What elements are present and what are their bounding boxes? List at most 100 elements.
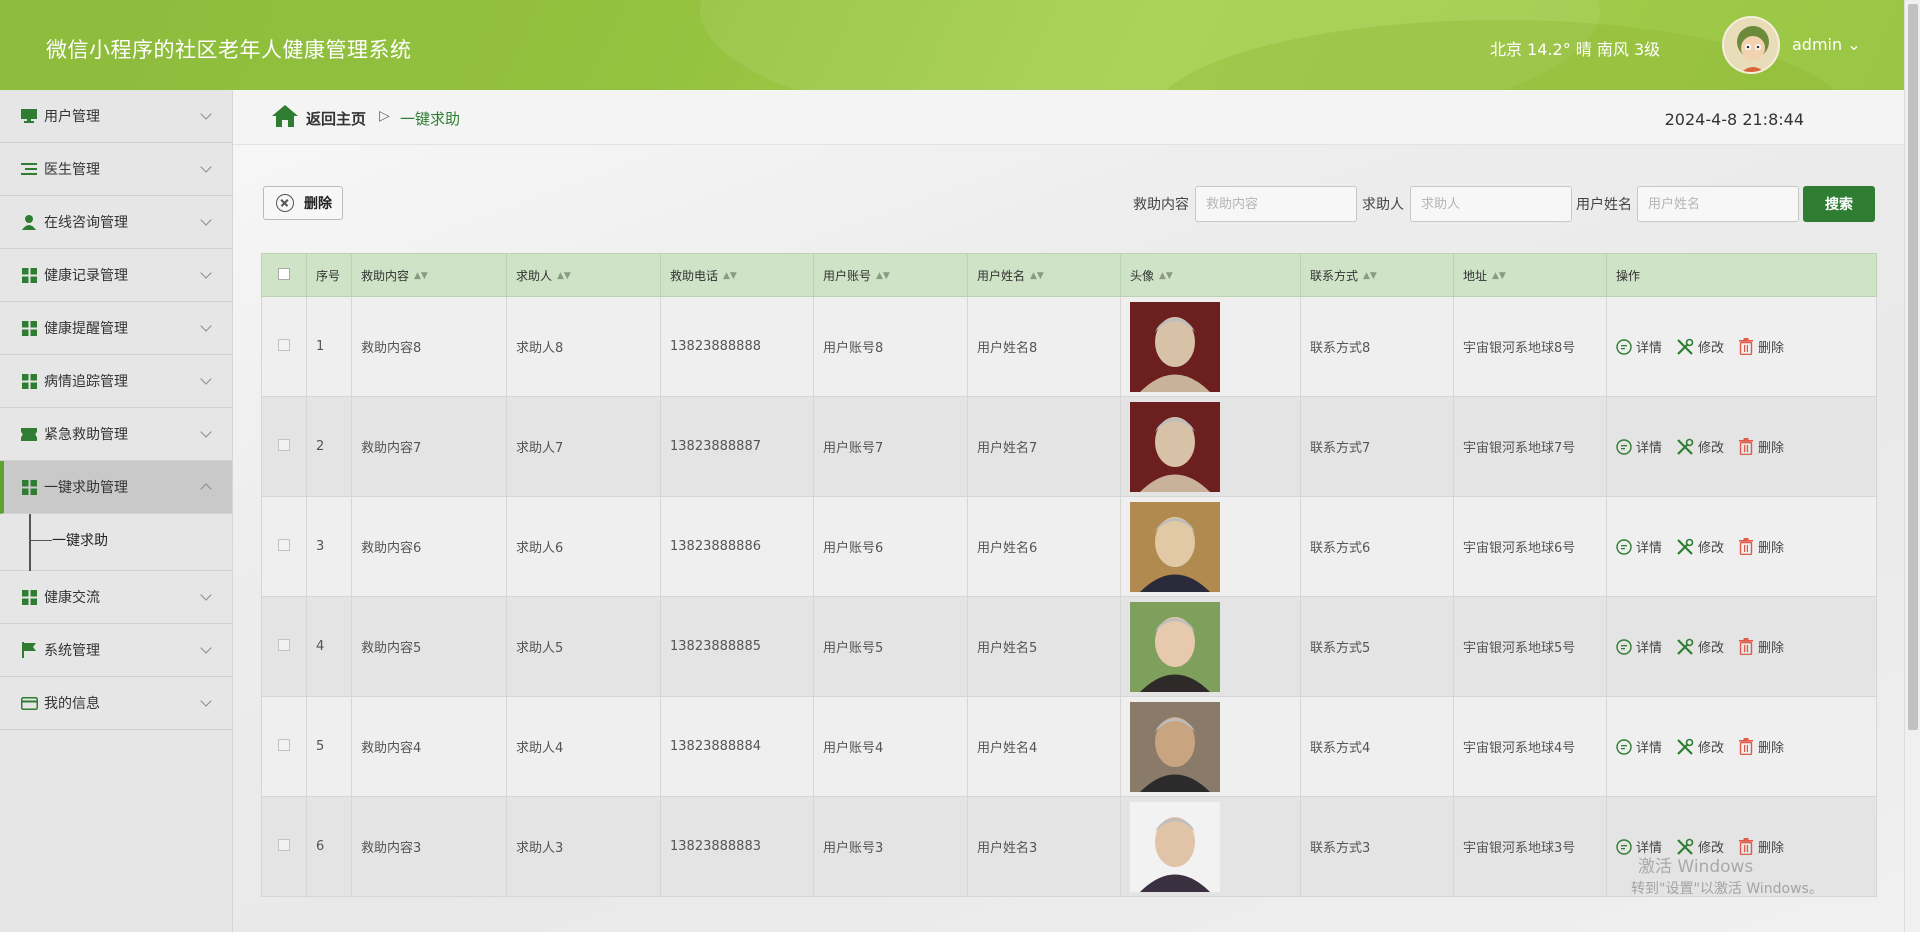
sort-icon: ▲▼ xyxy=(723,271,737,281)
avatar-photo[interactable] xyxy=(1130,601,1220,692)
edit-button[interactable]: 修改 xyxy=(1676,737,1724,756)
main-content: 返回主页 ▷ 一键求助 2024-4-8 21:8:44 删除 救助内容 求助人… xyxy=(233,90,1904,932)
sidebar-item-label: 健康交流 xyxy=(44,590,100,606)
row-checkbox-cell xyxy=(261,496,307,597)
detail-icon xyxy=(1616,638,1632,655)
cell-name: 用户姓名6 xyxy=(967,496,1121,597)
cell-content: 救助内容5 xyxy=(351,596,507,697)
sidebar-item-online-consult[interactable]: 在线咨询管理 xyxy=(0,196,232,249)
user-menu[interactable]: admin ⌄ xyxy=(1792,35,1861,54)
row-checkbox[interactable] xyxy=(278,538,290,551)
search-input-content[interactable] xyxy=(1195,186,1357,222)
avatar-photo[interactable] xyxy=(1130,401,1220,492)
delete-button[interactable]: 删除 xyxy=(1738,737,1784,756)
cell-phone: 13823888885 xyxy=(660,596,814,697)
avatar-photo[interactable] xyxy=(1130,701,1220,792)
cell-avatar xyxy=(1120,796,1301,897)
user-avatar[interactable] xyxy=(1722,16,1780,74)
detail-button[interactable]: 详情 xyxy=(1616,337,1662,356)
search-input-helper[interactable] xyxy=(1410,186,1572,222)
cell-contact: 联系方式8 xyxy=(1300,296,1454,397)
row-checkbox[interactable] xyxy=(278,738,290,751)
sidebar-item-condition-tracking[interactable]: 病情追踪管理 xyxy=(0,355,232,408)
sidebar-item-my-info[interactable]: 我的信息 xyxy=(0,677,232,730)
detail-button[interactable]: 详情 xyxy=(1616,637,1662,656)
column-header[interactable]: 用户姓名 ▲▼ xyxy=(967,253,1121,297)
submenu-item-one-click-help[interactable]: 一键求助 xyxy=(30,530,108,550)
select-all-checkbox[interactable] xyxy=(278,267,290,280)
chevron-down-icon xyxy=(200,214,212,226)
breadcrumb-separator: ▷ xyxy=(379,108,390,124)
batch-delete-button[interactable]: 删除 xyxy=(263,186,343,220)
column-header[interactable]: 地址 ▲▼ xyxy=(1453,253,1607,297)
column-header[interactable]: 求助人 ▲▼ xyxy=(506,253,661,297)
ticket-icon xyxy=(20,426,38,442)
column-header: 操作 xyxy=(1606,253,1877,297)
sidebar-item-label: 系统管理 xyxy=(44,643,100,659)
row-checkbox[interactable] xyxy=(278,438,290,451)
sidebar-item-system-management[interactable]: 系统管理 xyxy=(0,624,232,677)
tools-icon xyxy=(1677,738,1694,755)
cell-no: 2 xyxy=(306,396,352,497)
row-checkbox[interactable] xyxy=(278,838,290,851)
cell-address: 宇宙银河系地球6号 xyxy=(1453,496,1607,597)
row-checkbox[interactable] xyxy=(278,638,290,651)
detail-button[interactable]: 详情 xyxy=(1616,437,1662,456)
search-label-content: 救助内容 xyxy=(1133,197,1189,213)
column-header[interactable]: 救助内容 ▲▼ xyxy=(351,253,507,297)
sidebar-item-user-management[interactable]: 用户管理 xyxy=(0,90,232,143)
detail-button[interactable]: 详情 xyxy=(1616,737,1662,756)
sidebar-item-health-exchange[interactable]: 健康交流 xyxy=(0,571,232,624)
cell-actions: 详情 修改 删除 xyxy=(1606,596,1877,697)
cell-account: 用户账号8 xyxy=(813,296,968,397)
sidebar-item-emergency-rescue[interactable]: 紧急救助管理 xyxy=(0,408,232,461)
cell-content: 救助内容3 xyxy=(351,796,507,897)
card-icon xyxy=(20,695,38,711)
row-checkbox[interactable] xyxy=(278,338,290,351)
detail-button[interactable]: 详情 xyxy=(1616,537,1662,556)
sort-icon: ▲▼ xyxy=(557,271,571,281)
cell-account: 用户账号6 xyxy=(813,496,968,597)
detail-icon xyxy=(1616,438,1632,455)
delete-button[interactable]: 删除 xyxy=(1738,637,1784,656)
data-table: 序号 救助内容 ▲▼ 求助人 ▲▼ 救助电话 ▲▼ 用户账号 ▲▼ 用户姓名 ▲▼ 头像 ▲… xyxy=(261,253,1877,897)
column-header[interactable]: 头像 ▲▼ xyxy=(1120,253,1301,297)
current-time: 2024-4-8 21:8:44 xyxy=(1664,110,1804,129)
table-row: 1 救助内容8 求助人8 13823888888 用户账号8 用户姓名8 联系方式8 宇宙银河… xyxy=(261,296,1877,397)
delete-button[interactable]: 删除 xyxy=(1738,337,1784,356)
table-header-row: 序号 救助内容 ▲▼ 求助人 ▲▼ 救助电话 ▲▼ 用户账号 ▲▼ 用户姓名 ▲▼ 头像 ▲… xyxy=(261,253,1877,297)
header-checkbox-cell xyxy=(261,253,307,297)
column-header[interactable]: 联系方式 ▲▼ xyxy=(1300,253,1454,297)
avatar-photo[interactable] xyxy=(1130,301,1220,392)
cell-phone: 13823888884 xyxy=(660,696,814,797)
monitor-icon xyxy=(20,108,38,124)
home-icon[interactable] xyxy=(272,105,298,131)
search-button[interactable]: 搜索 xyxy=(1803,186,1875,222)
delete-button[interactable]: 删除 xyxy=(1738,437,1784,456)
home-link[interactable]: 返回主页 xyxy=(306,108,366,129)
cell-contact: 联系方式6 xyxy=(1300,496,1454,597)
sidebar-item-doctor-management[interactable]: 医生管理 xyxy=(0,143,232,196)
edit-button[interactable]: 修改 xyxy=(1676,437,1724,456)
search-input-username[interactable] xyxy=(1637,186,1799,222)
sidebar-item-health-reminder[interactable]: 健康提醒管理 xyxy=(0,302,232,355)
chevron-down-icon xyxy=(200,267,212,279)
cell-avatar xyxy=(1120,296,1301,397)
detail-icon xyxy=(1616,538,1632,555)
edit-button[interactable]: 修改 xyxy=(1676,537,1724,556)
scrollbar-thumb[interactable] xyxy=(1908,4,1918,730)
column-header[interactable]: 用户账号 ▲▼ xyxy=(813,253,968,297)
search-label-helper: 求助人 xyxy=(1362,197,1404,213)
sidebar-item-health-record[interactable]: 健康记录管理 xyxy=(0,249,232,302)
avatar-photo[interactable] xyxy=(1130,501,1220,592)
sidebar-item-label: 医生管理 xyxy=(44,162,100,178)
breadcrumb: 返回主页 ▷ 一键求助 2024-4-8 21:8:44 xyxy=(233,90,1904,145)
delete-button[interactable]: 删除 xyxy=(1738,537,1784,556)
sidebar-item-one-click-help[interactable]: 一键求助管理 xyxy=(0,461,232,514)
avatar-photo[interactable] xyxy=(1130,801,1220,892)
edit-button[interactable]: 修改 xyxy=(1676,637,1724,656)
app-title: 微信小程序的社区老年人健康管理系统 xyxy=(46,38,412,62)
column-header[interactable]: 救助电话 ▲▼ xyxy=(660,253,814,297)
vertical-scrollbar[interactable] xyxy=(1904,0,1920,932)
edit-button[interactable]: 修改 xyxy=(1676,337,1724,356)
